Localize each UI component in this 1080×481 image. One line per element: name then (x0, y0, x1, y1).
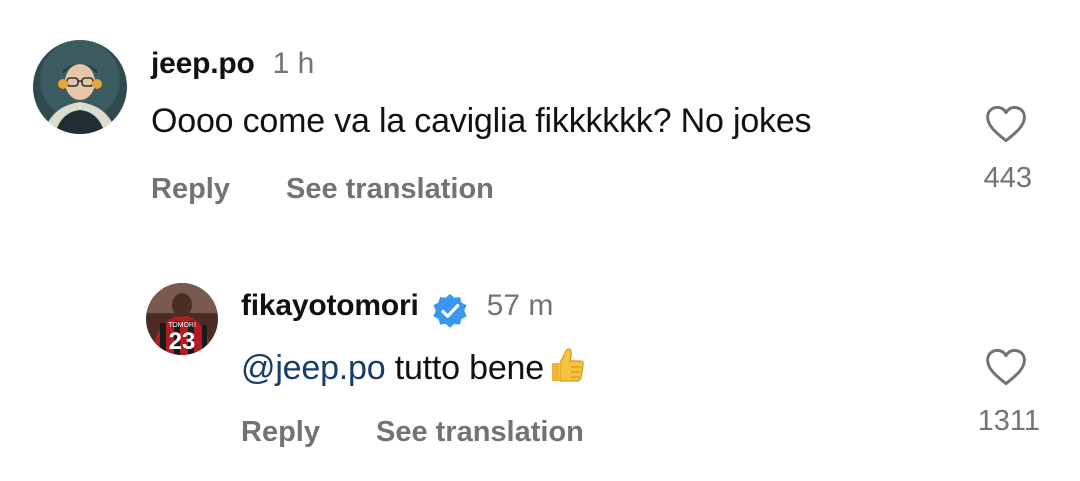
like-count: 1311 (977, 405, 1040, 437)
avatar[interactable]: 23 TOMORI (146, 283, 218, 355)
mention-link[interactable]: @jeep.po (241, 349, 386, 387)
like-button[interactable] (985, 104, 1027, 144)
comment-body: tutto bene (385, 349, 544, 387)
thumbs-up-emoji-icon (546, 345, 586, 385)
comment-text: Oooo come va la caviglia fikkkkkk? No jo… (151, 102, 812, 141)
svg-text:TOMORI: TOMORI (168, 322, 196, 329)
verified-badge-icon (431, 292, 469, 330)
avatar[interactable] (33, 40, 127, 134)
comment-meta: fikayotomori 57 m (241, 289, 554, 330)
like-button[interactable] (985, 347, 1027, 387)
see-translation-button[interactable]: See translation (286, 173, 494, 206)
username[interactable]: fikayotomori (241, 289, 419, 323)
comment-text: @jeep.po tutto bene (241, 345, 586, 388)
reply-button[interactable]: Reply (151, 173, 230, 206)
timestamp: 57 m (486, 289, 554, 322)
avatar-photo-icon: 23 TOMORI (146, 283, 218, 355)
see-translation-button[interactable]: See translation (376, 416, 584, 449)
svg-text:23: 23 (169, 328, 196, 355)
comment-reply-item: 23 TOMORI fikayotomori 57 m @jeep.po tut… (0, 230, 1080, 481)
comment-body: Oooo come va la caviglia fikkkkkk? No jo… (151, 102, 812, 140)
comment-meta: jeep.po 1 h (151, 47, 314, 81)
username[interactable]: jeep.po (151, 47, 255, 81)
comment-item: jeep.po 1 h Oooo come va la caviglia fik… (0, 0, 1080, 230)
comment-thread: jeep.po 1 h Oooo come va la caviglia fik… (0, 0, 1080, 481)
timestamp: 1 h (272, 47, 315, 80)
heart-outline-icon (986, 105, 1026, 143)
comment-actions: Reply See translation (241, 416, 584, 449)
like-count: 443 (983, 162, 1032, 194)
heart-outline-icon (986, 348, 1026, 386)
reply-button[interactable]: Reply (241, 416, 320, 449)
comment-actions: Reply See translation (151, 173, 494, 206)
avatar-photo-icon (33, 40, 127, 134)
